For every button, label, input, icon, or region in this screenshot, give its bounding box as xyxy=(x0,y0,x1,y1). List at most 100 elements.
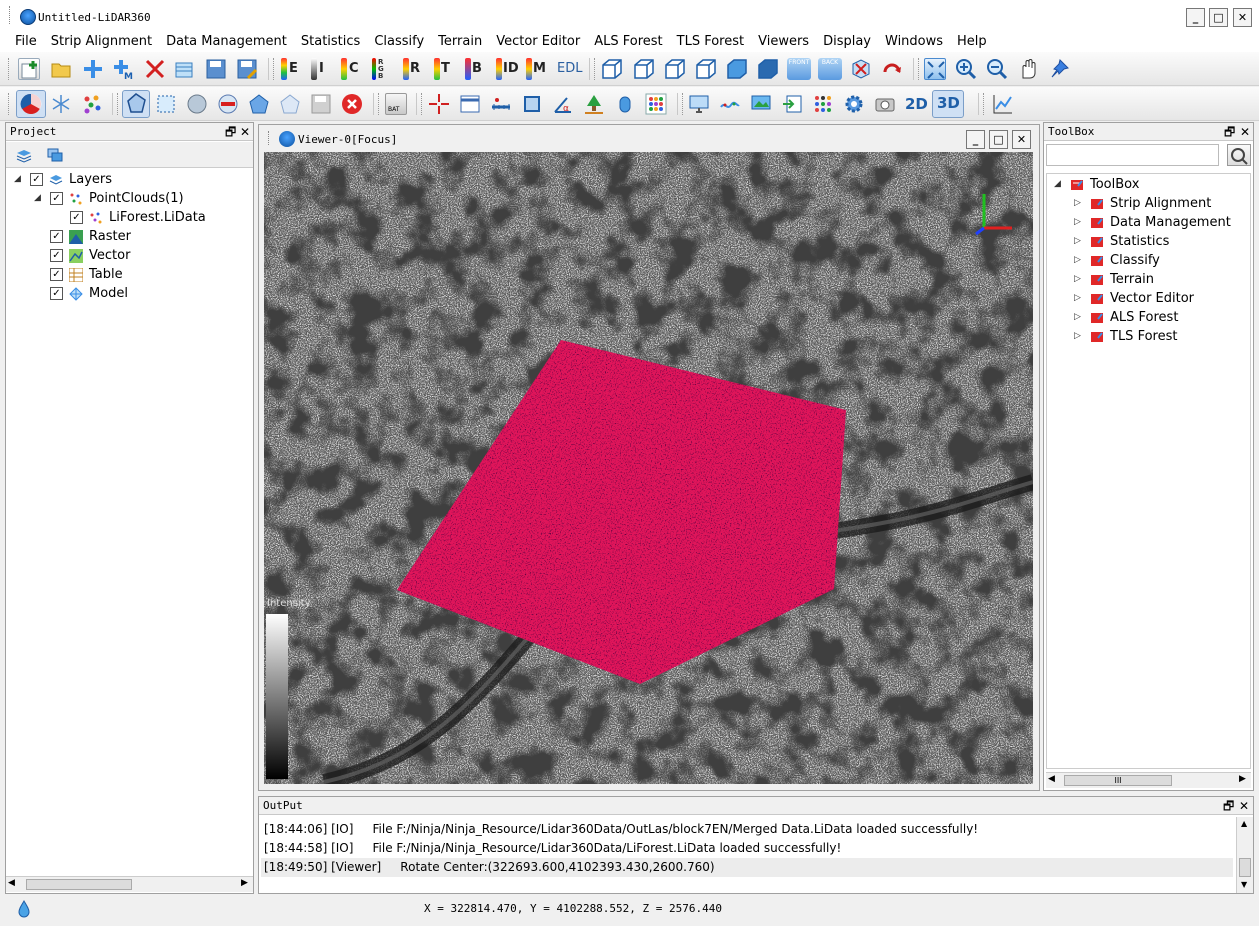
view-right-icon[interactable] xyxy=(695,58,717,80)
scroll-up-arrow-icon[interactable]: ▲ xyxy=(1241,819,1247,828)
color-by-return-button[interactable]: R xyxy=(410,60,420,78)
color-by-block-button[interactable]: B xyxy=(472,60,482,78)
menu-strip-alignment[interactable]: Strip Alignment xyxy=(44,32,159,52)
color-by-id-button[interactable]: ID xyxy=(503,60,519,78)
menu-help[interactable]: Help xyxy=(950,32,994,52)
toolbox-item-classify[interactable]: ▷ Classify xyxy=(1074,251,1160,270)
liforest-checkbox[interactable]: ✓ xyxy=(70,211,83,224)
output-float-button[interactable]: 🗗 xyxy=(1223,797,1234,815)
save-icon[interactable] xyxy=(205,58,227,80)
toolbox-close-button[interactable]: ✕ xyxy=(1240,123,1250,141)
project-h-scrollbar[interactable]: ◀ ▶ xyxy=(6,876,253,892)
view-iso-icon[interactable] xyxy=(850,58,872,80)
add-icon[interactable] xyxy=(82,58,104,80)
rect-select-icon[interactable] xyxy=(155,93,177,115)
expand-arrow-icon[interactable]: ◢ xyxy=(1054,175,1064,194)
collapse-arrow-icon[interactable]: ▷ xyxy=(1074,327,1084,346)
add-multiple-icon[interactable]: M xyxy=(112,58,134,82)
viewer-maximize-button[interactable]: □ xyxy=(989,130,1008,149)
tree-node-liforest[interactable]: ✓ LiForest.LiData xyxy=(70,208,206,227)
menu-file[interactable]: File xyxy=(8,32,44,52)
collapse-arrow-icon[interactable]: ▷ xyxy=(1074,251,1084,270)
pan-hand-icon[interactable] xyxy=(1017,58,1039,80)
color-by-elevation-button[interactable]: E xyxy=(289,60,298,78)
layers-checkbox[interactable]: ✓ xyxy=(30,173,43,186)
toolbox-item-statistics[interactable]: ▷ Statistics xyxy=(1074,232,1169,251)
menu-tls-forest[interactable]: TLS Forest xyxy=(670,32,751,52)
color-by-rgb-button[interactable]: RGB xyxy=(378,59,386,80)
toolbox-item-tls-forest[interactable]: ▷ TLS Forest xyxy=(1074,327,1177,346)
edit-table-icon[interactable] xyxy=(174,58,196,80)
toolbox-item-strip-alignment[interactable]: ▷ Strip Alignment xyxy=(1074,194,1211,213)
minimize-button[interactable]: _ xyxy=(1186,8,1205,27)
toolbox-float-button[interactable]: 🗗 xyxy=(1224,123,1235,141)
collapse-arrow-icon[interactable]: ▷ xyxy=(1074,289,1084,308)
toolbox-search-button[interactable] xyxy=(1227,144,1251,166)
crosshair-icon[interactable] xyxy=(428,93,450,115)
project-float-button[interactable]: 🗗 xyxy=(225,123,236,141)
view-front-face-icon[interactable] xyxy=(726,58,748,80)
menu-viewers[interactable]: Viewers xyxy=(751,32,816,52)
edl-button[interactable]: EDL xyxy=(557,60,582,78)
windows-stack-icon[interactable] xyxy=(46,147,64,163)
view-2d-button[interactable]: 2D xyxy=(905,95,928,113)
measure-tree-height-icon[interactable] xyxy=(583,93,605,115)
toolbox-item-als-forest[interactable]: ▷ ALS Forest xyxy=(1074,308,1178,327)
output-scroll-thumb[interactable] xyxy=(1239,858,1251,877)
collapse-arrow-icon[interactable]: ▷ xyxy=(1074,270,1084,289)
save-as-icon[interactable] xyxy=(236,58,258,80)
view-3d-button-bg[interactable]: 3D xyxy=(932,90,964,118)
clip-outside-icon[interactable] xyxy=(248,93,270,115)
measure-panel-icon[interactable] xyxy=(459,93,481,115)
measure-distance-icon[interactable] xyxy=(490,93,512,115)
scroll-left-arrow-icon[interactable]: ◀ xyxy=(8,878,15,888)
zoom-extent-icon[interactable] xyxy=(924,58,946,80)
menu-statistics[interactable]: Statistics xyxy=(294,32,367,52)
tree-node-table[interactable]: ✓ Table xyxy=(50,265,123,284)
save-selection-icon[interactable] xyxy=(310,93,332,115)
menu-data-management[interactable]: Data Management xyxy=(159,32,294,52)
view-3d-button[interactable]: 3D xyxy=(937,94,960,112)
viewer-3d-canvas[interactable]: Intensity xyxy=(264,152,1033,784)
measure-area-icon[interactable] xyxy=(521,93,543,115)
toolbox-search-input[interactable] xyxy=(1046,144,1219,166)
viewer-close-button[interactable]: ✕ xyxy=(1012,130,1031,149)
pointclouds-checkbox[interactable]: ✓ xyxy=(50,192,63,205)
clip-inside-icon[interactable] xyxy=(217,93,239,115)
view-top-icon[interactable] xyxy=(601,58,623,80)
class-filter-icon[interactable] xyxy=(812,93,834,115)
cancel-selection-icon[interactable] xyxy=(341,93,363,115)
color-by-time-button[interactable]: T xyxy=(441,60,450,78)
zoom-in-icon[interactable] xyxy=(955,58,977,80)
view-bottom-icon[interactable] xyxy=(633,58,655,80)
batch-button[interactable]: BAT xyxy=(385,93,407,115)
color-by-intensity-button[interactable]: I xyxy=(319,60,324,78)
open-folder-icon[interactable] xyxy=(50,58,72,80)
output-v-scrollbar[interactable]: ▲ ▼ xyxy=(1236,817,1253,893)
tree-node-raster[interactable]: ✓ Raster xyxy=(50,227,131,246)
camera-icon[interactable] xyxy=(874,93,896,115)
color-by-mixed-button[interactable]: M xyxy=(533,60,546,78)
expand-arrow-icon[interactable]: ◢ xyxy=(34,189,44,208)
tree-node-vector[interactable]: ✓ Vector xyxy=(50,246,130,265)
view-front-button[interactable]: FRONT xyxy=(787,58,811,80)
color-by-class-button[interactable]: C xyxy=(349,60,359,78)
render-mode-button[interactable] xyxy=(16,90,46,118)
view-back-button[interactable]: BACK xyxy=(818,58,842,80)
collapse-arrow-icon[interactable]: ▷ xyxy=(1074,194,1084,213)
toolbox-scroll-thumb[interactable]: III xyxy=(1064,775,1172,786)
menu-display[interactable]: Display xyxy=(816,32,878,52)
expand-arrow-icon[interactable]: ◢ xyxy=(14,170,24,189)
tree-node-model[interactable]: ✓ Model xyxy=(50,284,128,303)
monitor-icon[interactable] xyxy=(688,93,710,115)
close-button[interactable]: ✕ xyxy=(1233,8,1252,27)
import-view-icon[interactable] xyxy=(781,93,803,115)
layers-stack-icon[interactable] xyxy=(15,147,33,163)
clip-poly-icon[interactable] xyxy=(279,93,301,115)
settings-gear-icon[interactable] xyxy=(843,93,865,115)
project-scroll-thumb[interactable] xyxy=(26,879,132,890)
rotate-view-icon[interactable] xyxy=(881,58,903,80)
tree-node-pointclouds[interactable]: ◢ ✓ PointClouds(1) xyxy=(34,189,184,208)
raster-checkbox[interactable]: ✓ xyxy=(50,230,63,243)
view-left-icon[interactable] xyxy=(664,58,686,80)
